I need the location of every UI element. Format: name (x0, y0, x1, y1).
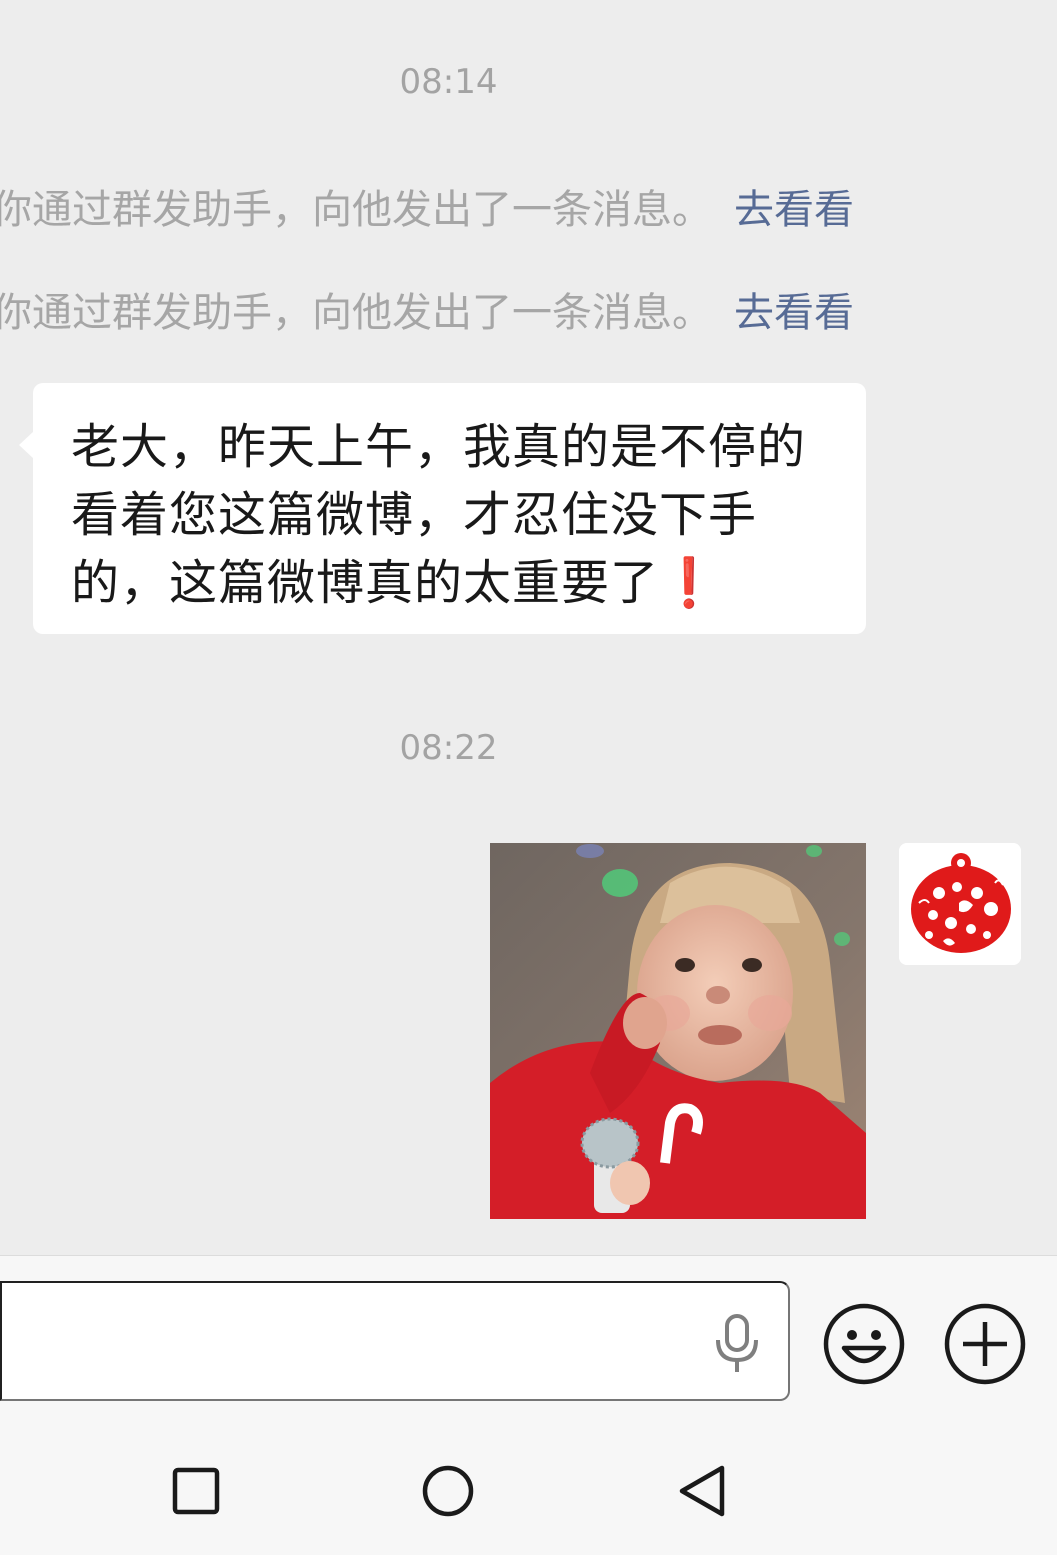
timestamp: 08:22 (399, 728, 498, 768)
chat-area[interactable]: 08:14 你通过群发助手，向他发出了一条消息。 去看看 你通过群发助手，向他发出… (0, 0, 1057, 1255)
incoming-message-bubble[interactable]: 老大，昨天上午，我真的是不停的看着您这篇微博，才忍住没下手的，这篇微博真的太重要… (19, 383, 866, 634)
square-icon[interactable] (172, 1467, 220, 1519)
system-message: 你通过群发助手，向他发出了一条消息。 去看看 (0, 186, 854, 234)
system-message-text: 你通过群发助手，向他发出了一条消息。 (0, 290, 712, 336)
outgoing-sticker[interactable] (490, 843, 866, 1219)
timestamp: 08:14 (399, 62, 498, 102)
navigation-bar (0, 1429, 1057, 1555)
microphone-icon[interactable] (712, 1314, 762, 1374)
system-message-text: 你通过群发助手，向他发出了一条消息。 (0, 187, 712, 233)
system-message: 你通过群发助手，向他发出了一条消息。 去看看 (0, 289, 854, 337)
input-bar (0, 1255, 1057, 1429)
message-text: 老大，昨天上午，我真的是不停的看着您这篇微博，才忍住没下手的，这篇微博真的太重要… (71, 413, 830, 617)
plus-circle-icon[interactable] (943, 1302, 1027, 1386)
triangle-back-icon[interactable] (676, 1465, 728, 1521)
exclamation-emoji: ❗ (659, 555, 720, 611)
smiley-icon[interactable] (822, 1302, 906, 1386)
red-papercut-avatar-image (899, 843, 1021, 965)
sticker-girl-with-microphone-image (490, 843, 866, 1219)
circle-icon[interactable] (422, 1465, 474, 1521)
view-link[interactable]: 去看看 (734, 290, 854, 336)
view-link[interactable]: 去看看 (734, 187, 854, 233)
avatar[interactable] (899, 843, 1021, 965)
message-input[interactable] (0, 1281, 790, 1401)
